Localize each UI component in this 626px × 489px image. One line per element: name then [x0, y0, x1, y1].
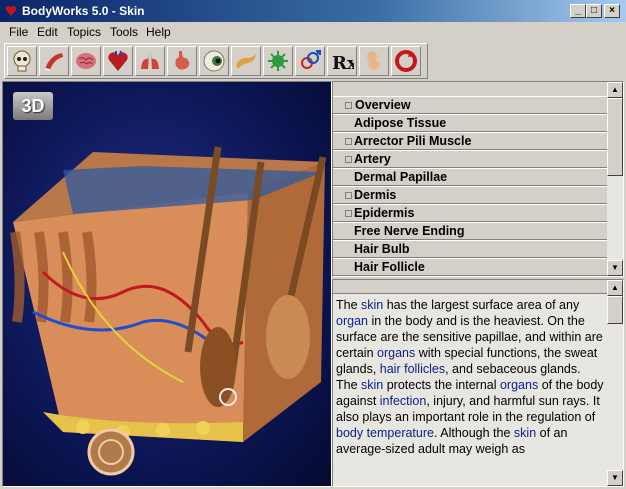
glossary-link[interactable]: organ — [336, 314, 368, 328]
topic-scroll-thumb[interactable] — [607, 98, 623, 176]
skin-3d-viewport[interactable]: 3D — [2, 81, 332, 487]
scroll-down-icon[interactable]: ▼ — [607, 260, 623, 276]
topic-bullet-icon — [345, 156, 352, 163]
glossary-link[interactable]: infection — [380, 394, 427, 408]
description-scrollbar[interactable]: ▲ ▼ — [607, 280, 623, 486]
topic-item-hair-bulb[interactable]: Hair Bulb — [333, 240, 607, 258]
menu-edit[interactable]: Edit — [37, 25, 58, 39]
description-segment: . Although the — [433, 426, 514, 440]
scroll-down-icon[interactable]: ▼ — [607, 470, 623, 486]
glossary-link[interactable]: organs — [500, 378, 538, 392]
topic-bullet-icon — [345, 102, 352, 109]
svg-text:Rx: Rx — [332, 53, 354, 73]
topic-list-scrollbar[interactable]: ▲ ▼ — [607, 82, 623, 276]
immune-button[interactable] — [263, 46, 293, 76]
scroll-up-icon[interactable]: ▲ — [607, 280, 623, 296]
topic-list-header — [333, 82, 607, 96]
menu-bar: File Edit Topics Tools Help — [0, 22, 626, 42]
description-segment: The — [336, 298, 362, 312]
menu-tools[interactable]: Tools — [110, 25, 138, 39]
topic-item-hair-follicle[interactable]: Hair Follicle — [333, 258, 607, 276]
close-button[interactable]: × — [604, 4, 620, 18]
topic-item-dermis[interactable]: Dermis — [333, 186, 607, 204]
topic-item-artery[interactable]: Artery — [333, 150, 607, 168]
rx-icon: Rx — [332, 53, 354, 73]
menu-help[interactable]: Help — [146, 25, 171, 39]
menu-file[interactable]: File — [9, 25, 28, 39]
pancreas-icon — [236, 54, 256, 69]
pancreas-button[interactable] — [231, 46, 261, 76]
virus-icon — [268, 51, 288, 71]
topic-item-free-nerve-ending[interactable]: Free Nerve Ending — [333, 222, 607, 240]
description-header — [333, 280, 623, 294]
glossary-link[interactable]: skin — [514, 426, 536, 440]
app-heart-icon — [5, 5, 17, 16]
topic-item-adipose-tissue[interactable]: Adipose Tissue — [333, 114, 607, 132]
menu-topics[interactable]: Topics — [67, 25, 101, 39]
3d-badge[interactable]: 3D — [13, 92, 53, 120]
topic-item-overview[interactable]: Overview — [333, 96, 607, 114]
description-panel: The skin has the largest surface area of… — [332, 279, 624, 487]
brain-icon — [76, 53, 96, 69]
minimize-button[interactable]: _ — [570, 4, 586, 18]
skin-cross-section-illustration — [10, 146, 327, 476]
muscle-icon — [44, 53, 63, 71]
glossary-link[interactable]: skin — [361, 298, 383, 312]
prescription-button[interactable]: Rx — [327, 46, 357, 76]
description-segment: has the largest surface area of any — [383, 298, 580, 312]
skeleton-button[interactable] — [7, 46, 37, 76]
lungs-button[interactable] — [135, 46, 165, 76]
gender-icon — [301, 50, 321, 69]
review-button[interactable] — [391, 46, 421, 76]
description-text: The skin has the largest surface area of… — [336, 297, 604, 457]
glossary-link[interactable]: hair follicles — [380, 362, 445, 376]
muscle-button[interactable] — [39, 46, 69, 76]
review-icon — [395, 50, 417, 72]
window-title: BodyWorks 5.0 - Skin — [22, 4, 145, 18]
title-bar: BodyWorks 5.0 - Skin _ □ × — [0, 0, 626, 22]
scroll-up-icon[interactable]: ▲ — [607, 82, 623, 98]
topic-list: Overview Adipose Tissue Arrector Pili Mu… — [333, 96, 607, 276]
topic-item-epidermis[interactable]: Epidermis — [333, 204, 607, 222]
topic-bullet-icon — [345, 192, 352, 199]
heart-button[interactable] — [103, 46, 133, 76]
pregnancy-button[interactable] — [359, 46, 389, 76]
stomach-button[interactable] — [167, 46, 197, 76]
eye-icon — [203, 50, 225, 72]
toolbar: Rx — [4, 43, 428, 79]
description-scroll-thumb[interactable] — [607, 296, 623, 324]
glossary-link[interactable]: body temperature — [336, 426, 434, 440]
heart-icon — [108, 50, 128, 71]
brain-button[interactable] — [71, 46, 101, 76]
topic-item-arrector-pili-muscle[interactable]: Arrector Pili Muscle — [333, 132, 607, 150]
topic-item-dermal-papillae[interactable]: Dermal Papillae — [333, 168, 607, 186]
reproduction-button[interactable] — [295, 46, 325, 76]
lungs-icon — [141, 53, 159, 69]
glossary-link[interactable]: organs — [377, 346, 415, 360]
glossary-link[interactable]: skin — [361, 378, 383, 392]
topic-list-panel: Overview Adipose Tissue Arrector Pili Mu… — [332, 81, 624, 277]
skull-icon — [13, 50, 31, 72]
stomach-icon — [175, 51, 190, 70]
fetus-icon — [367, 51, 380, 70]
maximize-button[interactable]: □ — [586, 4, 602, 18]
topic-bullet-icon — [345, 210, 352, 217]
description-segment: protects the internal — [383, 378, 500, 392]
topic-bullet-icon — [345, 138, 352, 145]
eye-button[interactable] — [199, 46, 229, 76]
